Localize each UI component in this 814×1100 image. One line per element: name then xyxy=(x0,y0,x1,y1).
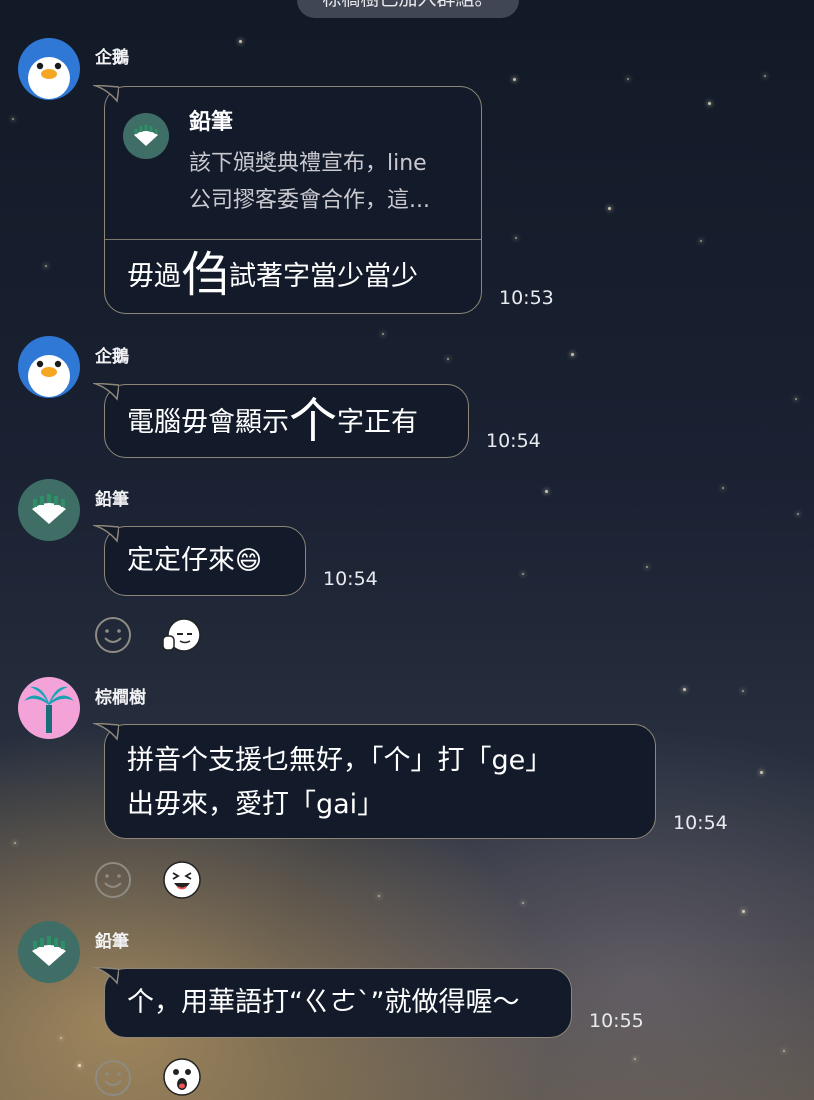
reply-sender-name: 鉛筆 xyxy=(189,110,234,135)
reply-preview-line: 公司摎客委會合作，這... xyxy=(189,188,430,213)
surprised-face-icon[interactable] xyxy=(162,1057,202,1097)
add-reaction-smiley-icon[interactable] xyxy=(94,1059,132,1097)
thumbs-up-face-icon[interactable] xyxy=(161,616,201,656)
avatar-pencil[interactable] xyxy=(18,479,80,541)
message-time: 10:54 xyxy=(673,812,728,834)
laughing-face-icon[interactable] xyxy=(162,860,202,900)
penguin-icon xyxy=(28,355,70,397)
avatar-penguin[interactable] xyxy=(18,336,80,398)
text-segment: 毋過 xyxy=(127,261,181,292)
message-text-line: 出毋來，愛打「gai」 xyxy=(127,789,385,820)
pencil-icon xyxy=(32,494,66,524)
enlarged-character: 个 xyxy=(289,393,338,449)
reply-preview[interactable]: 鉛筆 該下頒獎典禮宣布，line 公司摎客委會合作，這... xyxy=(105,87,481,240)
avatar-palm-tree[interactable] xyxy=(18,677,80,739)
bubble-tail xyxy=(93,967,119,985)
sender-name: 鉛筆 xyxy=(95,490,129,510)
message-bubble[interactable]: 个，用華語打“ㄍㄜˋ”就做得喔～ xyxy=(93,967,572,1038)
add-reaction-smiley-icon[interactable] xyxy=(94,861,132,899)
avatar-pencil[interactable] xyxy=(18,921,80,983)
sender-name: 鉛筆 xyxy=(95,932,129,952)
system-message-pill: 棕櫚樹已加入群組。 xyxy=(297,0,519,18)
message-text: 電腦毋會顯示个字正有 xyxy=(127,393,446,449)
pencil-icon xyxy=(32,936,66,966)
message-time: 10:54 xyxy=(486,430,541,452)
penguin-icon xyxy=(28,57,70,99)
bubble-tail xyxy=(93,525,119,543)
reply-message-bubble[interactable]: 鉛筆 該下頒獎典禮宣布，line 公司摎客委會合作，這... 毋過㑇試著字當少當… xyxy=(93,85,482,314)
reply-preview-text: 該下頒獎典禮宣布，line 公司摎客委會合作，這... xyxy=(189,145,465,219)
palm-tree-icon xyxy=(24,686,74,733)
avatar-penguin[interactable] xyxy=(18,38,80,100)
message-text: 定定仔來😄 xyxy=(127,539,283,583)
system-message-text: 棕櫚樹已加入群組。 xyxy=(322,0,493,10)
text-segment: 字正有 xyxy=(337,407,419,438)
bubble-tail xyxy=(93,723,119,741)
message-time: 10:53 xyxy=(499,287,554,309)
message-time: 10:54 xyxy=(323,568,378,590)
sender-name: 企鵝 xyxy=(95,48,129,68)
bubble-tail xyxy=(93,383,119,401)
sender-name: 棕櫚樹 xyxy=(95,688,146,708)
add-reaction-smiley-icon[interactable] xyxy=(94,616,132,654)
text-segment: 定定仔來 xyxy=(127,545,235,576)
message-bubble[interactable]: 電腦毋會顯示个字正有 xyxy=(93,383,469,458)
reply-preview-line: 該下頒獎典禮宣布，line xyxy=(189,151,427,176)
message-text: 个，用華語打“ㄍㄜˋ”就做得喔～ xyxy=(127,987,520,1018)
enlarged-character: 㑇 xyxy=(181,247,230,303)
message-bubble[interactable]: 拼音个支援乜無好，「个」打「ge」 出毋來，愛打「gai」 xyxy=(93,723,656,839)
text-segment: 電腦毋會顯示 xyxy=(127,407,289,438)
reply-avatar xyxy=(123,113,169,159)
message-bubble[interactable]: 定定仔來😄 xyxy=(93,525,306,596)
message-time: 10:55 xyxy=(589,1010,644,1032)
text-segment: 試著字當少當少 xyxy=(229,261,419,292)
grinning-emoji: 😄 xyxy=(235,546,263,576)
sender-name: 企鵝 xyxy=(95,347,129,367)
message-text: 毋過㑇試著字當少當少 xyxy=(127,247,419,303)
pencil-icon xyxy=(134,125,158,146)
message-text-line: 拼音个支援乜無好，「个」打「ge」 xyxy=(127,745,553,776)
